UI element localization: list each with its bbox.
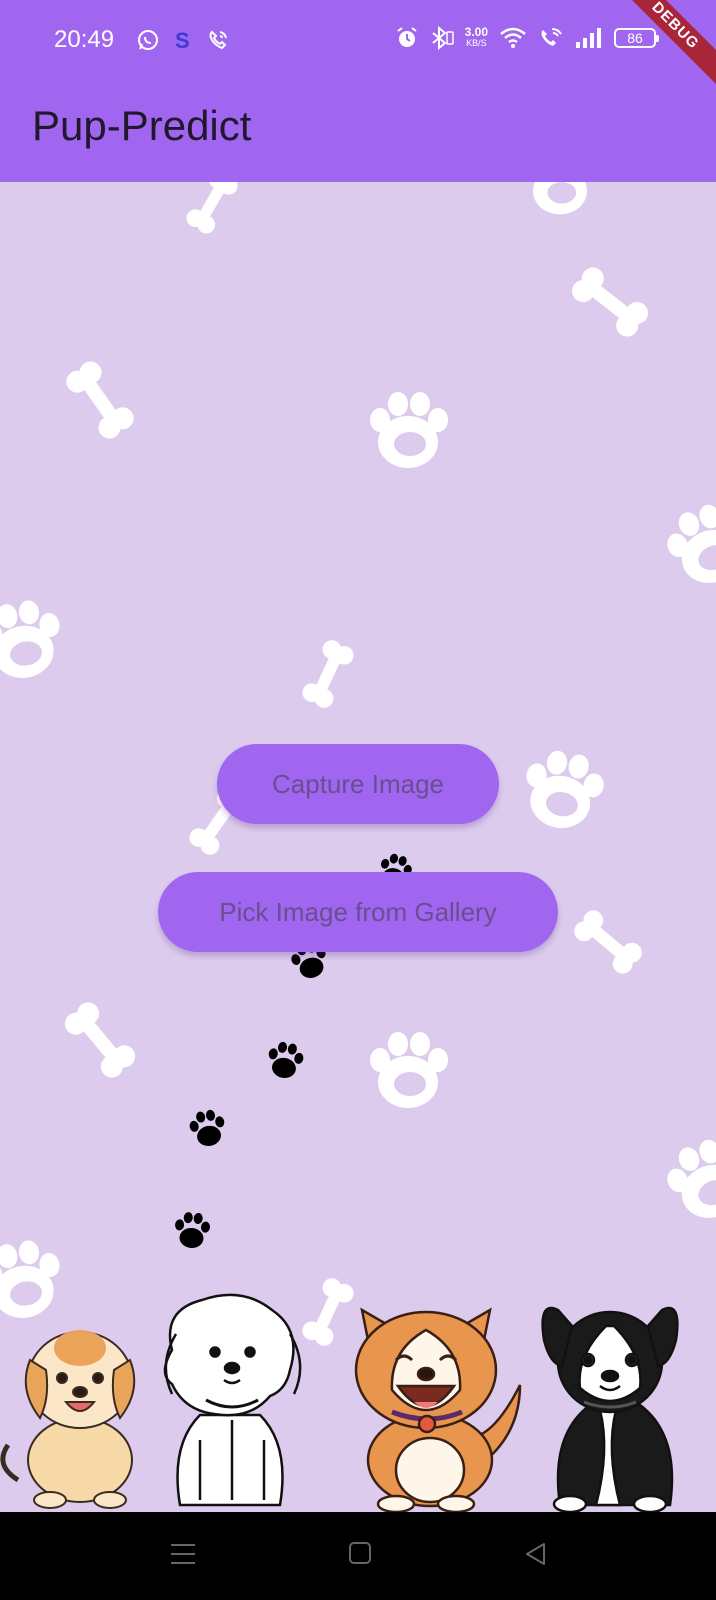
golden-puppy-illustration: [0, 1330, 136, 1509]
network-speed-value: 3.00: [464, 25, 488, 39]
system-navigation-bar: [0, 1512, 716, 1600]
s-app-icon: S: [175, 28, 190, 52]
signal-icon: [576, 28, 601, 48]
network-speed: 3.00 KB/S: [464, 25, 488, 49]
bluetooth-icon: [432, 26, 454, 50]
paw-icon: [0, 595, 68, 685]
menu-icon[interactable]: [169, 1540, 197, 1568]
back-icon[interactable]: [522, 1540, 550, 1568]
bone-icon: [567, 263, 653, 341]
status-bar: 20:49 S 3.00 KB/S 86: [0, 0, 716, 82]
black-white-dog-illustration: [541, 1306, 679, 1514]
black-paw-icon: [264, 1039, 306, 1081]
pick-from-gallery-button[interactable]: Pick Image from Gallery: [158, 872, 558, 952]
home-icon[interactable]: [347, 1540, 373, 1566]
bone-icon: [570, 906, 646, 978]
app-bar: Pup-Predict: [0, 82, 716, 182]
whatsapp-icon: [138, 30, 158, 50]
status-left-icons: S: [136, 28, 230, 52]
black-paw-icon: [173, 1211, 212, 1250]
capture-image-button[interactable]: Capture Image: [217, 744, 499, 824]
network-speed-unit: KB/S: [466, 38, 487, 48]
white-fluffy-dog-illustration: [163, 1293, 302, 1507]
dogs-svg: [0, 1293, 679, 1514]
battery-icon: 86: [614, 28, 659, 48]
wifi-call-icon: [541, 28, 562, 46]
bone-icon: [60, 997, 140, 1083]
corgi-dog-illustration: [354, 1307, 522, 1514]
status-right-icons: 3.00 KB/S 86: [395, 25, 659, 50]
paw-icon: [518, 746, 609, 835]
black-paw-icon: [187, 1107, 229, 1149]
paw-icon: [370, 1032, 448, 1108]
svg-text:S: S: [175, 28, 190, 52]
status-time: 20:49: [54, 26, 115, 53]
wifi-icon: [500, 27, 526, 48]
dogs-illustration: [0, 1290, 716, 1514]
bone-icon: [62, 357, 138, 443]
paw-icon: [658, 1130, 716, 1229]
page-title: Pup-Predict: [32, 102, 252, 149]
bone-icon: [183, 182, 241, 237]
viber-icon: [209, 30, 227, 50]
bone-icon: [299, 637, 357, 711]
paw-icon: [525, 182, 596, 215]
paw-icon: [370, 392, 448, 468]
paw-icon: [658, 495, 716, 594]
alarm-icon: [397, 27, 417, 47]
